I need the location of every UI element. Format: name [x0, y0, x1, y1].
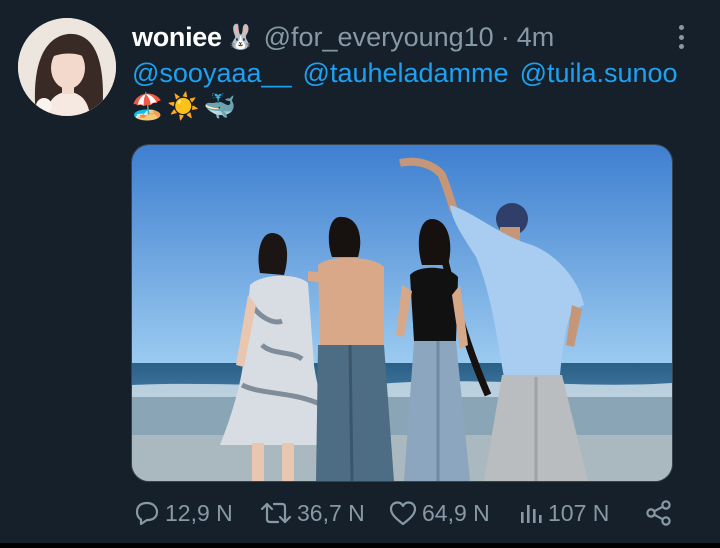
- rabbit-emoji: 🐰: [225, 23, 256, 51]
- avatar[interactable]: [18, 18, 116, 116]
- beach-emoji: 🏖️: [131, 90, 164, 121]
- avatar-image: [18, 18, 116, 116]
- mention-link[interactable]: @tuila.sunoo: [520, 58, 678, 89]
- retweet-icon: [260, 502, 292, 524]
- views-icon: [521, 505, 542, 523]
- beach-photo: [132, 145, 672, 481]
- tweet-header: woniee 🐰 @for_everyoung10 · 4m: [132, 20, 554, 54]
- more-dot-icon: [678, 25, 684, 30]
- share-icon: [646, 500, 671, 526]
- tweet: woniee 🐰 @for_everyoung10 · 4m @sooyaaa_…: [0, 0, 720, 548]
- share-button[interactable]: [644, 496, 674, 530]
- mention-link[interactable]: @tauheladamme: [303, 58, 509, 89]
- user-handle[interactable]: @for_everyoung10: [264, 22, 494, 53]
- sun-emoji: ☀️: [167, 90, 200, 121]
- views-button[interactable]: 107 N: [518, 496, 609, 530]
- retweet-count: 36,7 N: [297, 499, 365, 526]
- heart-icon: [389, 501, 417, 526]
- reply-button[interactable]: 12,9 N: [133, 496, 233, 530]
- display-name[interactable]: woniee: [132, 22, 222, 53]
- more-dot-icon: [678, 44, 684, 49]
- like-button[interactable]: 64,9 N: [388, 496, 490, 530]
- whale-emoji: 🐳: [203, 90, 237, 121]
- views-count: 107 N: [548, 499, 610, 526]
- bottom-divider: [0, 543, 720, 548]
- reply-count: 12,9 N: [165, 499, 233, 526]
- more-dot-icon: [678, 34, 684, 40]
- separator-dot: ·: [500, 21, 510, 52]
- tweet-actions: 12,9 N 36,7 N 64,9 N 107 N: [0, 496, 720, 530]
- tweet-text-emojis: 🏖️ ☀️ 🐳: [131, 89, 236, 123]
- tweet-media-photo[interactable]: [131, 144, 673, 482]
- reply-icon: [135, 501, 159, 526]
- more-options-button[interactable]: [670, 22, 692, 52]
- retweet-button[interactable]: 36,7 N: [259, 496, 365, 530]
- like-count: 64,9 N: [422, 499, 490, 526]
- tweet-text-mentions: @sooyaaa__ @tauheladamme @tuila.sunoo: [132, 56, 689, 90]
- mention-link[interactable]: @sooyaaa__: [132, 58, 292, 89]
- timestamp[interactable]: 4m: [517, 22, 555, 53]
